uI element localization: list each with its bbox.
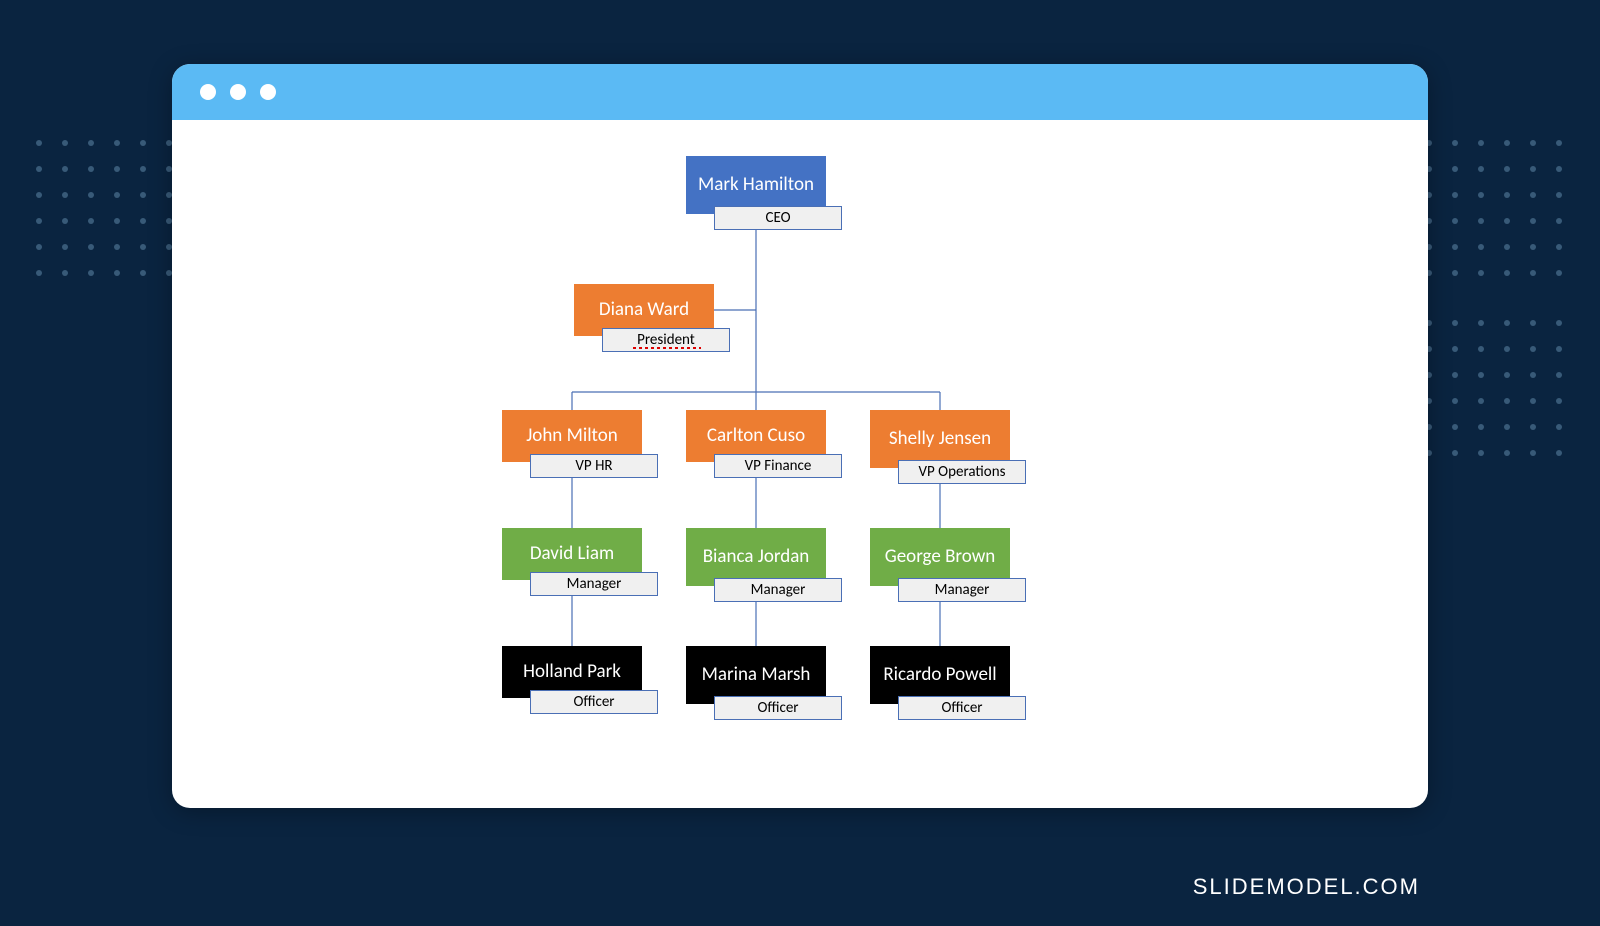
org-node-title: Officer: [714, 696, 842, 720]
decorative-dots-left: [36, 140, 174, 278]
org-node-officer-finance[interactable]: Marina Marsh Officer: [686, 646, 826, 728]
org-node-manager-hr[interactable]: David Liam Manager: [502, 528, 642, 604]
org-node-title: Officer: [530, 690, 658, 714]
window-title-bar: [172, 64, 1428, 120]
browser-window: Mark Hamilton CEO Diana Ward President J…: [172, 64, 1428, 808]
org-chart: Mark Hamilton CEO Diana Ward President J…: [172, 120, 1428, 808]
org-node-vp-hr[interactable]: John Milton VP HR: [502, 410, 642, 486]
watermark-text: SLIDEMODEL.COM: [1193, 874, 1420, 900]
org-node-title: Officer: [898, 696, 1026, 720]
org-node-officer-hr[interactable]: Holland Park Officer: [502, 646, 642, 722]
org-node-vp-operations[interactable]: Shelly Jensen VP Operations: [870, 410, 1010, 492]
org-node-title: Manager: [530, 572, 658, 596]
org-node-president[interactable]: Diana Ward President: [574, 284, 714, 360]
window-control-dot: [260, 84, 276, 100]
org-node-manager-ops[interactable]: George Brown Manager: [870, 528, 1010, 610]
org-node-ceo[interactable]: Mark Hamilton CEO: [686, 156, 826, 238]
org-node-title: Manager: [898, 578, 1026, 602]
spellcheck-squiggle-icon: [633, 347, 701, 349]
org-node-title: VP HR: [530, 454, 658, 478]
org-node-manager-finance[interactable]: Bianca Jordan Manager: [686, 528, 826, 610]
decorative-dots-right-1: [1426, 140, 1564, 278]
org-node-title: Manager: [714, 578, 842, 602]
org-node-title: President: [602, 328, 730, 352]
org-node-title: VP Finance: [714, 454, 842, 478]
org-node-officer-ops[interactable]: Ricardo Powell Officer: [870, 646, 1010, 728]
decorative-dots-right-2: [1426, 320, 1564, 458]
org-node-title: VP Operations: [898, 460, 1026, 484]
org-node-title: CEO: [714, 206, 842, 230]
org-node-vp-finance[interactable]: Carlton Cuso VP Finance: [686, 410, 826, 486]
window-control-dot: [230, 84, 246, 100]
window-control-dot: [200, 84, 216, 100]
